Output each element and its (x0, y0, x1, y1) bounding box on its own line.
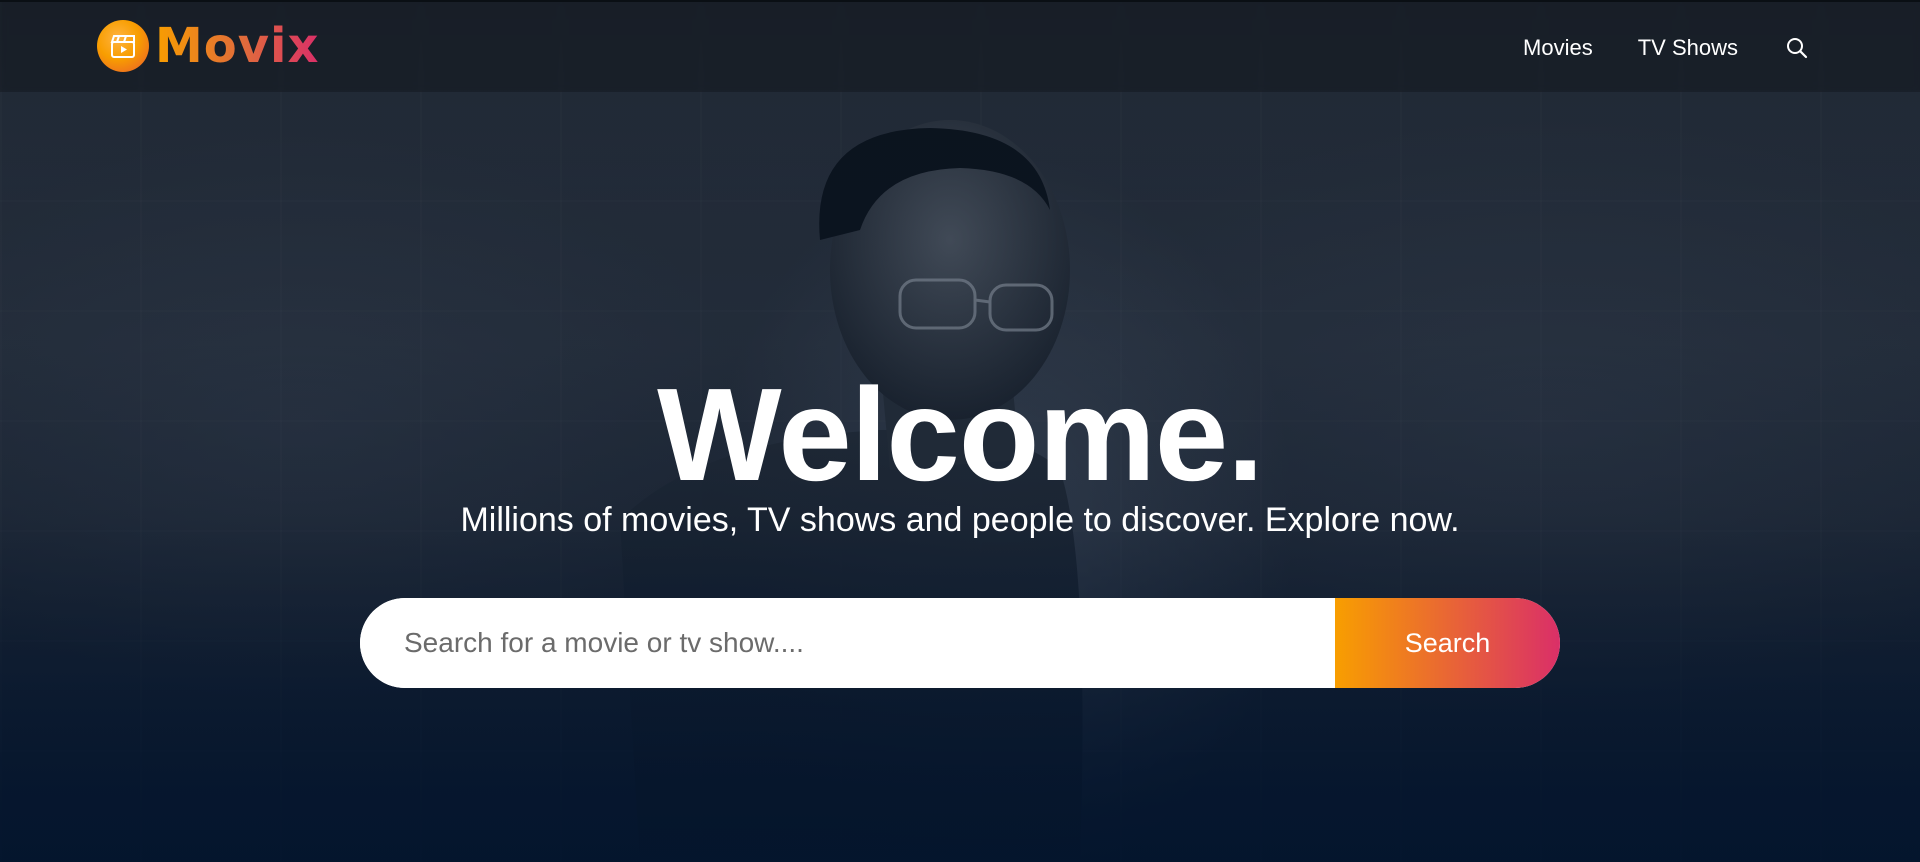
search-input[interactable] (360, 598, 1335, 688)
nav-item-tv-shows[interactable]: TV Shows (1638, 35, 1738, 61)
search-icon[interactable] (1784, 35, 1810, 61)
page: Movix Movies TV Shows Welcome. Millions … (0, 0, 1920, 862)
logo[interactable]: Movix (97, 20, 319, 72)
clapperboard-icon (97, 20, 149, 72)
hero-title: Welcome. (657, 361, 1264, 508)
logo-text: Movix (155, 18, 320, 74)
site-header: Movix Movies TV Shows (0, 0, 1920, 92)
search-button[interactable]: Search (1335, 598, 1560, 688)
hero-search-bar: Search (360, 598, 1560, 688)
main-nav: Movies TV Shows (1478, 2, 1810, 94)
hero-section: Welcome. Millions of movies, TV shows an… (0, 0, 1920, 862)
nav-item-movies[interactable]: Movies (1523, 35, 1593, 61)
hero-subtitle: Millions of movies, TV shows and people … (460, 501, 1460, 539)
